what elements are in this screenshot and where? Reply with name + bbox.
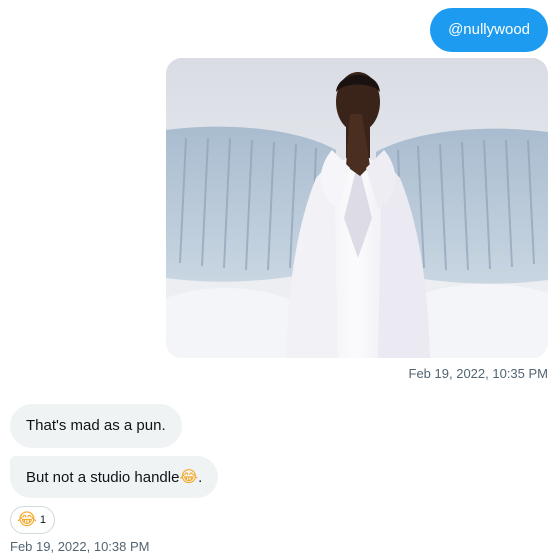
incoming-message-text: That's mad as a pun. (26, 417, 166, 434)
reaction-count: 1 (39, 514, 46, 526)
outgoing-message-text: @nullywood (448, 21, 530, 38)
incoming-message-bubble[interactable]: That's mad as a pun. (10, 404, 182, 448)
dm-conversation: @nullywood Feb 19, 2022, 10:35 PM That's… (0, 0, 560, 560)
incoming-message-bubble[interactable]: But not a studio handle😂. (10, 456, 219, 498)
incoming-timestamp: Feb 19, 2022, 10:38 PM (10, 539, 150, 554)
tears-of-joy-emoji: 😂 (179, 467, 199, 486)
outgoing-message-bubble[interactable]: @nullywood (430, 8, 548, 52)
outgoing-timestamp: Feb 19, 2022, 10:35 PM (408, 366, 548, 381)
image-attachment[interactable] (166, 58, 548, 358)
tears-of-joy-emoji: 😂 (17, 509, 37, 530)
angel-wings-photo (166, 58, 548, 358)
incoming-message-text: But not a studio handle (26, 469, 180, 486)
reaction-pill[interactable]: 😂 1 (10, 506, 55, 534)
incoming-message-suffix: . (198, 469, 203, 486)
